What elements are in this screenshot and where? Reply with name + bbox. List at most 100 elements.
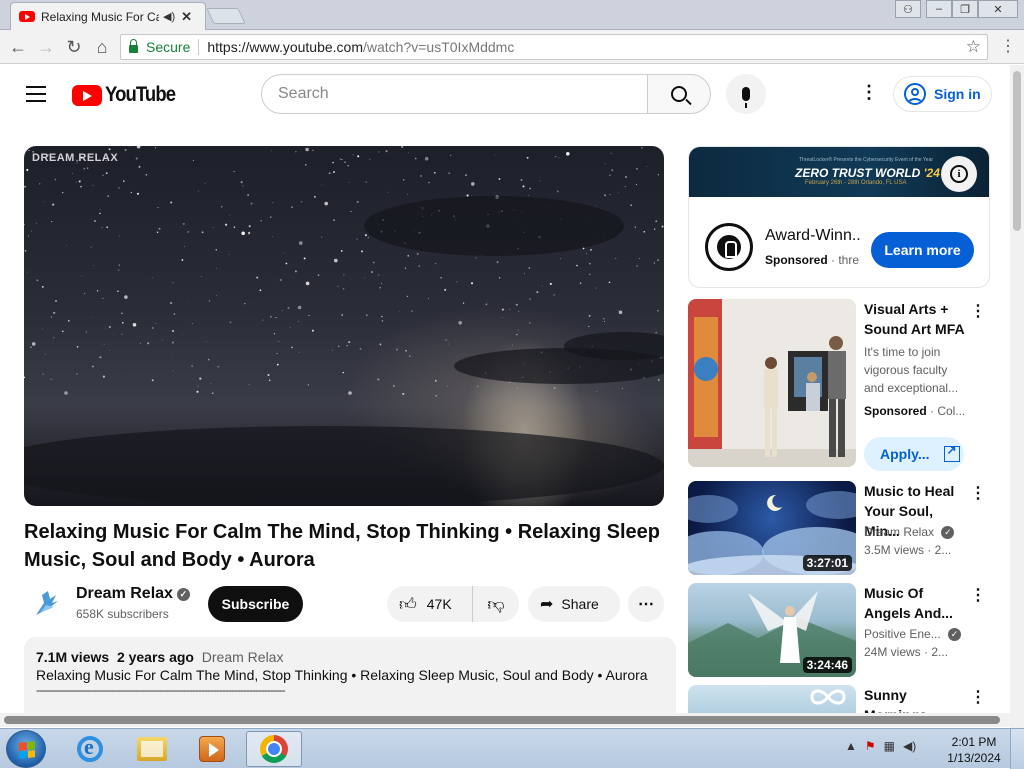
more-actions-button[interactable]: ⋯ <box>628 586 664 622</box>
address-bar[interactable]: Secure https://www.youtube.com/watch?v=u… <box>120 34 988 60</box>
back-icon[interactable]: ← <box>6 35 30 59</box>
divider <box>198 39 200 55</box>
folder-icon <box>137 737 167 761</box>
speaker-icon[interactable]: ◀) <box>163 10 175 23</box>
rec-menu-icon[interactable]: ⋮ <box>970 301 986 321</box>
duration-badge: 3:24:46 <box>802 657 852 673</box>
close-window-button[interactable]: ✕ <box>978 0 1018 18</box>
youtube-favicon-icon <box>19 11 35 22</box>
ad-sponsored: Sponsored · thre <box>765 253 859 267</box>
recommended-video-item[interactable]: 3:27:01 Music to Heal Your Soul, Min... … <box>688 481 990 575</box>
video-player[interactable]: DREAM RELAX <box>24 146 664 506</box>
subscriber-count: 658K subscribers <box>76 607 169 621</box>
channel-avatar[interactable] <box>28 585 64 621</box>
like-button[interactable]: 👍︎ 47K <box>387 586 473 622</box>
verified-icon: ✓ <box>948 628 962 641</box>
rec-menu-icon[interactable]: ⋮ <box>970 687 986 707</box>
tab-title: Relaxing Music For Calm <box>41 9 159 24</box>
rec-title: Visual Arts + Sound Art MFA <box>864 301 965 337</box>
recommended-video-item[interactable]: Sunny Mornings: ⋮ <box>688 685 990 713</box>
like-count: 47K <box>426 596 452 612</box>
ad-banner[interactable]: ThreatLocker® Presents the Cybersecurity… <box>689 147 989 197</box>
rec-menu-icon[interactable]: ⋮ <box>970 483 986 503</box>
ad-title: Award-Winn.. <box>765 227 861 244</box>
forward-icon[interactable]: → <box>34 35 58 59</box>
video-title: Relaxing Music For Calm The Mind, Stop T… <box>24 521 660 571</box>
show-desktop-button[interactable] <box>1010 729 1024 769</box>
search-input[interactable]: Search <box>261 74 648 114</box>
sign-in-button[interactable]: Sign in <box>893 76 992 112</box>
browser-menu-icon[interactable]: ⋮ <box>1000 36 1016 56</box>
ad-banner-top: ThreatLocker® Presents the Cybersecurity… <box>799 157 934 163</box>
network-icon[interactable]: ▦ <box>884 739 895 753</box>
chrome-icon <box>260 735 288 763</box>
home-icon[interactable]: ⌂ <box>90 35 114 59</box>
new-tab-button[interactable] <box>206 8 246 24</box>
start-button[interactable] <box>6 730 46 768</box>
ad-banner-title: ZERO TRUST WORLD '24 <box>795 166 940 180</box>
rec-menu-icon[interactable]: ⋮ <box>970 585 986 605</box>
search-button[interactable] <box>647 74 711 114</box>
media-player-taskbar-button[interactable] <box>184 731 240 767</box>
ad-info-button[interactable]: i <box>941 156 977 192</box>
subscribe-button[interactable]: Subscribe <box>208 586 303 622</box>
clock-time: 2:01 PM <box>951 735 997 749</box>
user-icon <box>904 83 926 105</box>
horizontal-scrollbar[interactable] <box>0 713 1010 727</box>
verified-icon: ✓ <box>941 526 955 539</box>
chrome-taskbar-button[interactable] <box>246 731 302 767</box>
star-icon[interactable]: ☆ <box>966 37 981 57</box>
logo-text: YouTube <box>105 83 176 106</box>
apply-button[interactable]: Apply... <box>864 437 964 471</box>
rec-channel: Positive Ene... ✓ <box>864 625 968 643</box>
menu-icon[interactable] <box>26 86 46 102</box>
share-button[interactable]: ➦ Share <box>528 586 620 622</box>
clock-date: 1/13/2024 <box>947 751 1001 765</box>
tab-close-icon[interactable]: ✕ <box>181 9 192 25</box>
url-path: /watch?v=usT0IxMddmc <box>363 39 515 55</box>
like-icon: 👍︎ <box>399 594 417 614</box>
windows-logo-icon <box>19 741 35 759</box>
channel-name[interactable]: Dream Relax ✓ <box>76 585 190 603</box>
internet-explorer-icon <box>77 734 103 762</box>
ad-card[interactable]: ThreatLocker® Presents the Cybersecurity… <box>688 146 990 288</box>
browser-toolbar: ← → ↻ ⌂ Secure https://www.youtube.com/w… <box>0 30 1024 64</box>
verified-icon: ✓ <box>176 588 190 601</box>
settings-menu-icon[interactable]: ⋮ <box>860 83 878 101</box>
sponsored-video-item[interactable]: Visual Arts + Sound Art MFA It's time to… <box>688 299 990 475</box>
internet-explorer-taskbar-button[interactable] <box>62 731 118 767</box>
rec-sponsored: Sponsored · Col... <box>864 404 966 418</box>
mic-icon <box>742 87 750 108</box>
volume-icon[interactable]: ◀) <box>903 739 916 753</box>
profile-icon[interactable]: ⚇ <box>895 0 921 18</box>
minimize-button[interactable]: ‒ <box>926 0 952 18</box>
secure-label: Secure <box>146 39 191 55</box>
clock[interactable]: 2:01 PM 1/13/2024 <box>946 734 1002 766</box>
infinity-logo-icon <box>810 689 846 705</box>
vertical-scroll-thumb[interactable] <box>1013 71 1021 231</box>
browser-tab[interactable]: Relaxing Music For Calm ◀) ✕ <box>10 2 206 30</box>
rec-thumbnail: 3:27:01 <box>688 481 856 575</box>
search-icon <box>671 86 687 102</box>
maximize-button[interactable]: ❐ <box>952 0 978 18</box>
reload-icon[interactable]: ↻ <box>62 35 86 59</box>
vertical-scrollbar[interactable] <box>1010 65 1024 728</box>
voice-search-button[interactable] <box>726 74 766 114</box>
show-hidden-icons-icon[interactable]: ▲ <box>845 739 857 753</box>
duration-badge: 3:27:01 <box>802 555 852 571</box>
recommended-video-item[interactable]: 3:24:46 Music Of Angels And... Positive … <box>688 583 990 677</box>
external-link-icon <box>943 443 960 462</box>
info-icon: i <box>950 165 968 183</box>
rec-thumbnail: 3:24:46 <box>688 583 856 677</box>
share-icon: ➦ <box>540 596 554 613</box>
file-explorer-taskbar-button[interactable] <box>124 731 180 767</box>
youtube-logo[interactable]: YouTube <box>72 83 185 107</box>
system-tray: ▲ ⚑ ▦ ◀) <box>845 739 916 753</box>
horizontal-scroll-thumb[interactable] <box>4 716 1000 724</box>
learn-more-button[interactable]: Learn more <box>871 232 974 268</box>
sponsored-thumbnail <box>688 299 856 467</box>
advertiser-logo <box>705 223 753 271</box>
rec-meta: 24M views · 2... <box>864 645 949 659</box>
dislike-button[interactable]: 👎︎ <box>473 586 519 622</box>
action-center-icon[interactable]: ⚑ <box>865 739 876 753</box>
